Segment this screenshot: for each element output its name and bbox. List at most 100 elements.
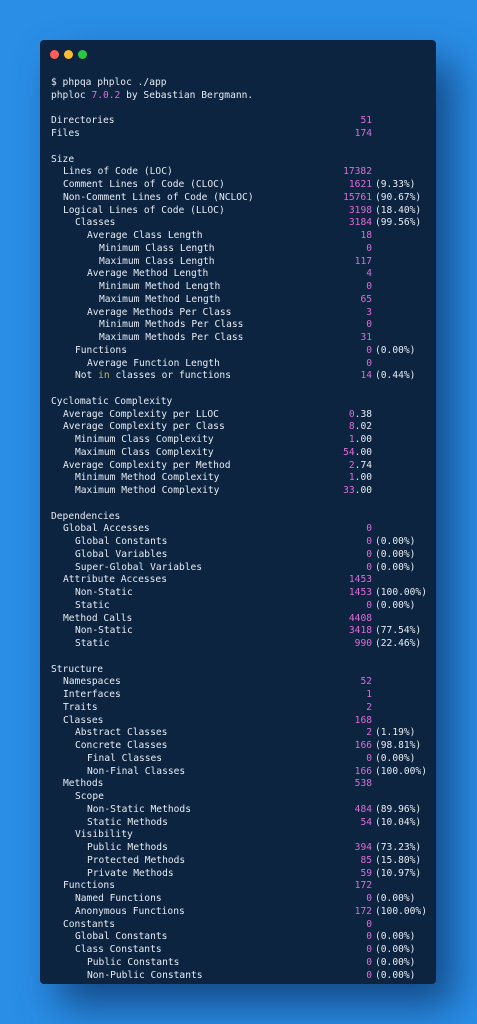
metric-row: Maximum Method Length 65 — [51, 294, 430, 307]
minimize-window-button[interactable] — [64, 50, 73, 59]
metric-label: Functions — [63, 880, 115, 892]
metric-value: 2.74 — [349, 460, 372, 473]
metric-value: 0 — [366, 281, 372, 292]
metric-label: Not in classes or functions — [75, 370, 231, 383]
metric-value: 0 — [366, 319, 372, 331]
metric-value-decimals: .00 — [354, 434, 372, 445]
metric-row: Non-Comment Lines of Code (NCLOC) 15761 (9… — [51, 192, 430, 205]
metric-row: Interfaces 1 — [51, 689, 430, 702]
metric-label: Logical Lines of Code (LLOC) — [63, 204, 225, 216]
section-heading: Cyclomatic Complexity — [51, 395, 173, 407]
metric-row: Scope — [51, 791, 430, 804]
metric-percentage: (73.23%) — [375, 842, 422, 853]
metric-label: Lines of Code (LOC) — [63, 166, 173, 178]
maximize-window-button[interactable] — [78, 50, 87, 59]
metric-label: Public Methods — [87, 842, 168, 853]
metric-value: 1621 — [348, 179, 372, 190]
metric-label: Methods — [63, 778, 104, 790]
metric-value: 85 — [360, 854, 372, 866]
metric-row: Non-Static 1453 (100.00%) — [51, 587, 430, 600]
metric-value: 0.38 — [349, 409, 372, 422]
metric-row: Maximum Methods Per Class 31 — [51, 332, 430, 345]
metric-percentage: (0.00%) — [375, 752, 416, 764]
metric-row: Lines of Code (LOC) 17382 — [51, 166, 430, 179]
metric-percentage: (0.00%) — [375, 599, 416, 611]
metric-row: Public Methods 394 (73.23%) — [51, 842, 430, 855]
metric-value: 1.00 — [349, 472, 372, 485]
metric-label: Attribute Accesses — [63, 574, 167, 586]
section-heading: Directories — [51, 115, 115, 127]
keyword-highlight: in — [98, 370, 110, 382]
metric-value: 4408 — [348, 612, 372, 624]
metric-row: Non-Public Constants 0 (0.00%) — [51, 970, 430, 983]
metric-row: Minimum Class Complexity 1.00 — [51, 434, 430, 447]
metric-label: Non-Public Constants — [87, 969, 203, 981]
metric-row: Average Method Length 4 — [51, 268, 430, 281]
version-line: phploc 7.0.2 by Sebastian Bergmann. — [51, 90, 430, 103]
metric-row: Classes 168 — [51, 715, 430, 728]
metric-value: 172 — [354, 905, 372, 917]
metric-row: Global Constants 0 (0.00%) — [51, 536, 430, 549]
metric-value-decimals: .38 — [354, 408, 372, 420]
metric-row: Named Functions 0 (0.00%) — [51, 893, 430, 906]
metric-row: Global Variables 0 (0.00%) — [51, 549, 430, 562]
metric-percentage: (0.00%) — [375, 969, 416, 981]
metric-label: Classes — [75, 217, 116, 229]
metric-value: 0 — [366, 357, 372, 369]
metric-percentage: (0.00%) — [375, 944, 416, 955]
metric-label: Classes — [63, 714, 104, 726]
metric-value: 0 — [366, 242, 372, 254]
metric-label: Non-Final Classes — [87, 765, 186, 777]
metric-label: Abstract Classes — [75, 727, 168, 739]
metric-row: Private Methods 59 (10.97%) — [51, 868, 430, 881]
metric-value: 484 — [354, 803, 372, 815]
metric-label: Private Methods — [87, 867, 174, 879]
metric-percentage: (10.97%) — [375, 867, 422, 879]
metric-row: Concrete Classes 166 (98.81%) — [51, 740, 430, 753]
metric-label: Average Class Length — [87, 230, 203, 241]
metric-percentage: (89.96%) — [375, 803, 422, 815]
close-window-button[interactable] — [50, 50, 59, 59]
metric-row: Global Constants 0 (0.00%) — [51, 931, 430, 944]
metric-row: Public Constants 0 (0.00%) — [51, 957, 430, 970]
section-heading: Size — [51, 153, 75, 165]
metric-row: Non-Static Methods 484 (89.96%) — [51, 804, 430, 817]
metric-value: 51 — [360, 115, 372, 127]
metric-row: Cyclomatic Complexity — [51, 396, 430, 409]
metric-row: Not in classes or functions 14 (0.44%) — [51, 370, 430, 383]
metric-value: 0 — [366, 752, 372, 764]
section-heading: Structure — [51, 663, 103, 675]
metric-value: 54 — [360, 816, 372, 828]
metric-label: Maximum Class Length — [99, 255, 215, 267]
metric-label: Minimum Method Length — [99, 281, 221, 292]
terminal-output: $ phpqa phploc ./app phploc 7.0.2 by Seb… — [51, 77, 430, 982]
metric-label: Scope — [75, 791, 104, 802]
metric-row: Maximum Class Complexity 54.00 — [51, 447, 430, 460]
metric-value: 1 — [366, 689, 372, 700]
metric-percentage: (0.00%) — [375, 344, 416, 356]
version-prefix: phploc — [51, 89, 92, 101]
metric-row: Functions 172 — [51, 880, 430, 893]
metric-value: 0 — [366, 536, 372, 547]
metric-value-decimals: .02 — [354, 421, 372, 433]
metric-value: 168 — [354, 714, 372, 726]
metric-label: Super-Global Variables — [75, 561, 203, 573]
metric-percentage: (22.46%) — [375, 638, 422, 649]
metric-row: Method Calls 4408 — [51, 613, 430, 626]
metric-value-decimals: .00 — [354, 472, 372, 484]
metric-label: Namespaces — [63, 676, 121, 688]
metric-value: 31 — [360, 332, 372, 343]
metric-value: 1.00 — [349, 434, 372, 447]
metric-row: Average Complexity per LLOC 0.38 — [51, 409, 430, 422]
section-heading: Files — [51, 128, 80, 139]
metric-label: Maximum Method Complexity — [75, 485, 220, 496]
metric-row: Average Methods Per Class 3 — [51, 307, 430, 320]
metric-label: Minimum Method Complexity — [75, 472, 220, 484]
metric-label: Static — [75, 638, 110, 649]
metric-row: Attribute Accesses 1453 — [51, 574, 430, 587]
metric-percentage: (1.19%) — [375, 727, 416, 739]
metric-row: Constants 0 — [51, 919, 430, 932]
metric-row: Average Complexity per Method 2.74 — [51, 460, 430, 473]
